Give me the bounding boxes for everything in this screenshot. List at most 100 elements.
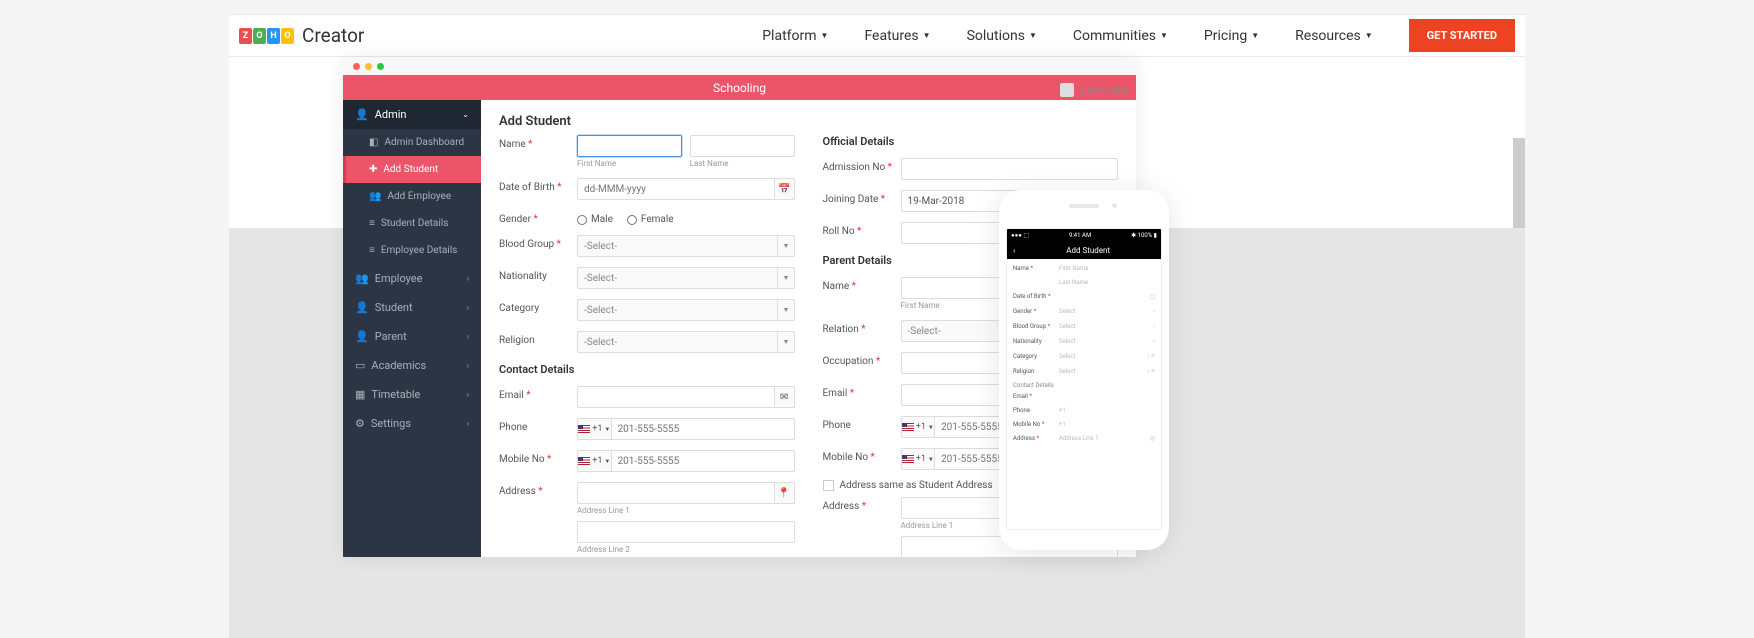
chevron-down-icon: ⌄ (462, 110, 469, 119)
phone-input[interactable] (611, 418, 795, 440)
calendar-icon[interactable]: 📅 (774, 178, 794, 200)
email-label: Email (499, 390, 524, 401)
phone-mobile[interactable]: +1 (1059, 421, 1155, 428)
sidebar-section-employee[interactable]: 👥Employee› (343, 264, 481, 293)
country-code-select[interactable]: +1▼ (901, 416, 935, 438)
country-code-select[interactable]: +1▼ (577, 450, 611, 472)
nav-platform[interactable]: Platform▼ (762, 28, 828, 44)
roll-label: Roll No (823, 226, 855, 237)
phone-phone[interactable]: +1 (1059, 407, 1155, 414)
nav-communities[interactable]: Communities▼ (1073, 28, 1168, 44)
mobile-input[interactable] (611, 450, 795, 472)
dob-label: Date of Birth (499, 182, 555, 193)
sidebar-item-admin-dashboard[interactable]: ◧Admin Dashboard (343, 129, 481, 156)
user-plus-icon: 👥 (369, 191, 381, 202)
gender-female-radio[interactable]: Female (627, 214, 674, 225)
nationality-label: Nationality (499, 271, 547, 282)
sidebar: 👤Admin ⌄ ◧Admin Dashboard ✚Add Student 👥… (343, 100, 481, 557)
get-started-button[interactable]: GET STARTED (1409, 19, 1515, 52)
official-header: Official Details (823, 135, 1119, 148)
phone-blood[interactable]: Select› (1059, 322, 1155, 330)
avatar (1060, 83, 1074, 97)
phone-address[interactable]: Address Line 1◎ (1059, 435, 1155, 442)
address-label: Address (499, 486, 536, 497)
flag-us-icon (902, 455, 914, 463)
joining-label: Joining Date (823, 194, 879, 205)
list-icon: ≡ (369, 245, 375, 256)
close-icon[interactable] (353, 63, 360, 70)
gender-male-radio[interactable]: Male (577, 214, 613, 225)
nav-pricing[interactable]: Pricing▼ (1204, 28, 1259, 44)
contact-header: Contact Details (499, 363, 795, 376)
maximize-icon[interactable] (377, 63, 384, 70)
nav-resources[interactable]: Resources▼ (1295, 28, 1373, 44)
sidebar-section-admin[interactable]: 👤Admin ⌄ (343, 100, 481, 129)
mail-icon[interactable]: ✉ (775, 386, 795, 408)
dob-input[interactable] (577, 178, 774, 200)
phone-header: ‹ Add Student (1007, 241, 1161, 259)
address-line2-input[interactable] (577, 521, 795, 543)
first-name-input[interactable] (577, 135, 682, 157)
nav-solutions[interactable]: Solutions▼ (967, 28, 1037, 44)
chevron-down-icon[interactable]: ▼ (777, 331, 795, 353)
chevron-down-icon[interactable]: ▼ (777, 235, 795, 257)
phone-first-name[interactable]: First Name (1059, 265, 1155, 272)
sidebar-item-employee-details[interactable]: ≡Employee Details (343, 237, 481, 264)
demo-user-label: Demo User (1060, 83, 1129, 97)
phone-nationality[interactable]: Select› (1059, 337, 1155, 345)
logo[interactable]: ZOHO Creator (239, 24, 364, 47)
country-code-select[interactable]: +1▼ (577, 418, 611, 440)
parent-phone-label: Phone (823, 420, 851, 431)
flag-us-icon (578, 425, 590, 433)
app-title: Schooling (343, 75, 1136, 100)
parent-first-name-input[interactable] (901, 277, 1006, 299)
religion-label: Religion (499, 335, 535, 346)
sidebar-section-student[interactable]: 👤Student› (343, 293, 481, 322)
country-code-select[interactable]: +1▼ (901, 448, 935, 470)
flag-us-icon (578, 457, 590, 465)
gear-icon: ⚙ (355, 417, 365, 430)
chevron-down-icon: ▼ (1365, 31, 1373, 40)
back-icon[interactable]: ‹ (1013, 246, 1015, 255)
last-name-input[interactable] (690, 135, 795, 157)
sidebar-section-parent[interactable]: 👤Parent› (343, 322, 481, 351)
sidebar-section-academics[interactable]: ▭Academics› (343, 351, 481, 380)
phone-category[interactable]: Select› + (1059, 352, 1155, 360)
sidebar-item-add-student[interactable]: ✚Add Student (343, 156, 481, 183)
relation-label: Relation (823, 324, 859, 335)
minimize-icon[interactable] (365, 63, 372, 70)
users-icon: 👥 (355, 272, 369, 285)
religion-select[interactable] (577, 331, 795, 353)
phone-gender[interactable]: Select› (1059, 307, 1155, 315)
window-controls (343, 57, 1136, 75)
category-select[interactable] (577, 299, 795, 321)
chevron-down-icon: ▼ (1251, 31, 1259, 40)
chevron-down-icon[interactable]: ▼ (777, 267, 795, 289)
parent-address-label: Address (823, 501, 860, 512)
address-line1-input[interactable] (577, 482, 775, 504)
nav-features[interactable]: Features▼ (864, 28, 930, 44)
chevron-down-icon: ▼ (1160, 31, 1168, 40)
admission-input[interactable] (901, 158, 1119, 180)
sidebar-section-settings[interactable]: ⚙Settings› (343, 409, 481, 438)
category-label: Category (499, 303, 539, 314)
phone-mockup: ●●● ⬚9:41 AM✱ 100% ▮ ‹ Add Student Name … (999, 190, 1169, 550)
page-scrollbar[interactable] (1513, 138, 1525, 228)
name-label: Name (499, 139, 526, 150)
phone-dob[interactable]: ▢ (1059, 293, 1155, 300)
sidebar-item-student-details[interactable]: ≡Student Details (343, 210, 481, 237)
email-input[interactable] (577, 386, 775, 408)
blood-select[interactable] (577, 235, 795, 257)
book-icon: ▭ (355, 359, 365, 372)
sidebar-section-timetable[interactable]: ▦Timetable› (343, 380, 481, 409)
phone-religion[interactable]: Select› + (1059, 367, 1155, 375)
location-icon[interactable]: 📍 (775, 482, 795, 504)
phone-last-name[interactable]: Last Name (1059, 279, 1155, 286)
calendar-icon: ▦ (355, 388, 365, 401)
parent-name-label: Name (823, 281, 850, 292)
sidebar-item-add-employee[interactable]: 👥Add Employee (343, 183, 481, 210)
nationality-select[interactable] (577, 267, 795, 289)
chevron-down-icon[interactable]: ▼ (777, 299, 795, 321)
parent-mobile-label: Mobile No (823, 452, 869, 463)
chevron-down-icon: ▼ (923, 31, 931, 40)
